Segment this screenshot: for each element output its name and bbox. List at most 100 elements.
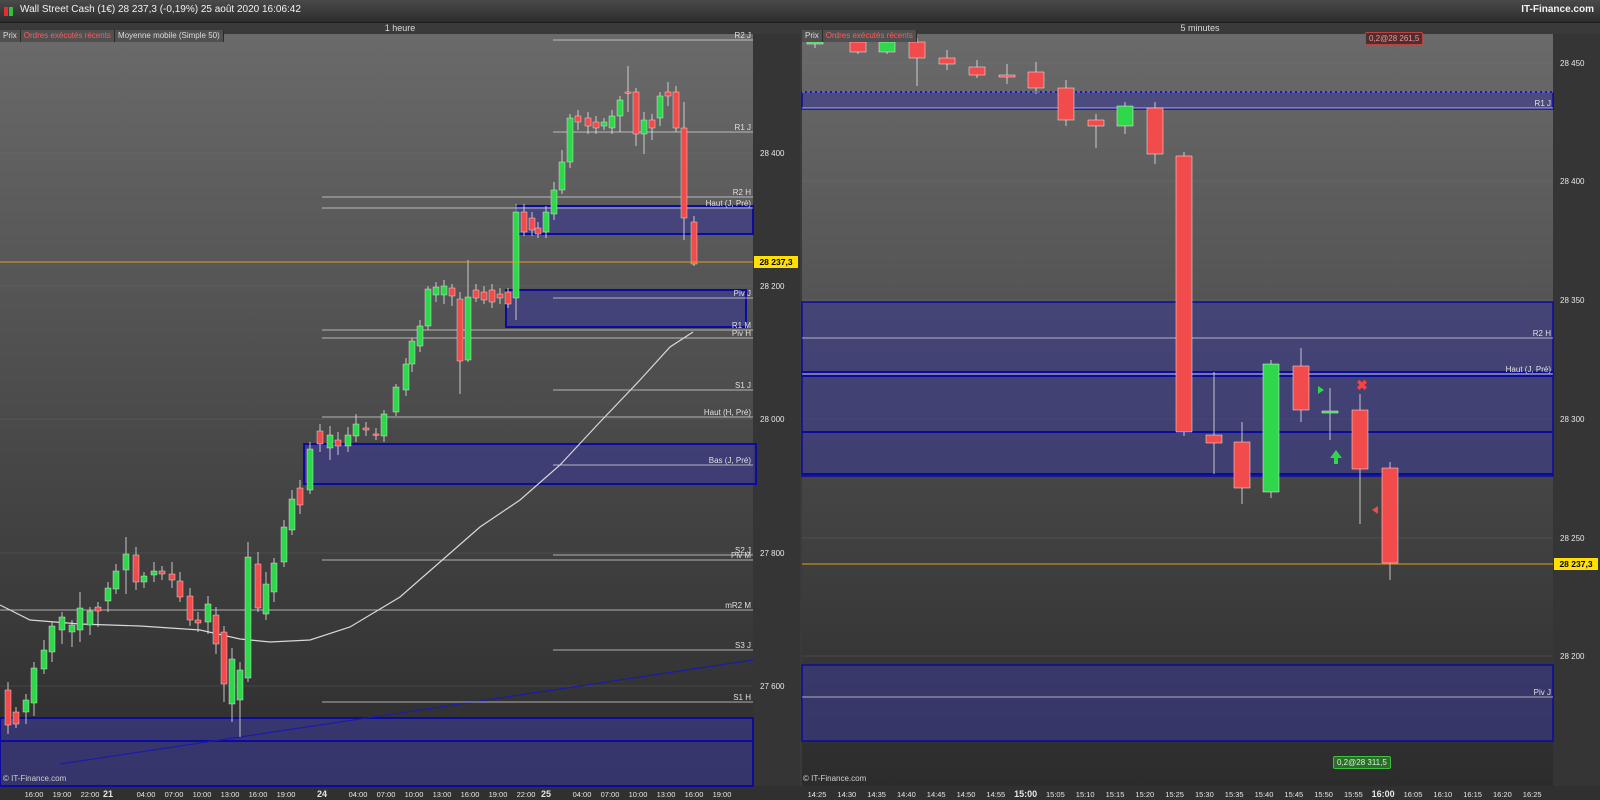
support-resistance-zone [303, 443, 757, 485]
support-resistance-zone [801, 91, 1554, 110]
candle-body [1205, 434, 1223, 444]
candle-body [344, 434, 352, 447]
x-tick-label: 21 [103, 789, 113, 799]
current-price-label: 28 237,3 [1559, 559, 1592, 569]
candle-body [480, 291, 488, 301]
candle-body [566, 117, 574, 163]
support-resistance-zone [801, 664, 1554, 742]
x-tick-label: 16:25 [1523, 790, 1542, 799]
candle-body [416, 325, 424, 347]
x-tick-label: 15:50 [1314, 790, 1333, 799]
top-order-badge[interactable]: 0,2@28 261,5 [1365, 32, 1424, 45]
pivot-level-label: R2 H [733, 188, 751, 197]
toolbar-recent-orders[interactable]: Ordres exécutés récents [20, 30, 115, 42]
candle-body [542, 211, 550, 233]
candle-body [998, 74, 1016, 78]
x-tick-label: 24 [317, 789, 327, 799]
candle-body [690, 221, 698, 265]
candle-body [878, 41, 896, 53]
x-tick-label: 14:35 [867, 790, 886, 799]
five-minute-chart-panel[interactable]: R1 J R2 H Haut (J, Pré) Piv J ✖ 28 450 28 40… [800, 22, 1600, 800]
pivot-level-label: S3 J [735, 641, 751, 650]
y-tick-label: 28 200 [760, 282, 785, 291]
candle-body [236, 669, 244, 701]
pivot-level-label: S1 J [735, 381, 751, 390]
y-tick-label: 28 200 [1560, 652, 1585, 661]
x-tick-label: 15:20 [1135, 790, 1154, 799]
x-tick-label: 19:00 [489, 790, 508, 799]
candle-body [112, 570, 120, 590]
x-tick-label: 19:00 [277, 790, 296, 799]
candle-body [1321, 410, 1339, 414]
plot-background [0, 34, 753, 786]
bottom-order-badge[interactable]: 0,2@28 311,5 [1333, 756, 1391, 769]
candle-body [608, 115, 616, 129]
candle-body [402, 363, 410, 391]
candle-body [326, 434, 334, 449]
candle-body [186, 595, 194, 621]
x-tick-label: 15:15 [1106, 790, 1125, 799]
pivot-level-label: R2 H [1533, 329, 1551, 338]
toolbar-recent-orders[interactable]: Ordres exécutés récents [822, 30, 917, 42]
candle-body [372, 433, 380, 436]
x-tick-label: 14:45 [927, 790, 946, 799]
x-tick-label: 14:40 [897, 790, 916, 799]
candle-body [262, 583, 270, 615]
candle-body [48, 625, 56, 653]
candle-body [584, 117, 592, 127]
support-resistance-zone [505, 289, 747, 328]
x-tick-label: 10:00 [405, 790, 424, 799]
candle-body [408, 340, 416, 365]
x-tick-label: 15:55 [1344, 790, 1363, 799]
chart-toolbar: Prix Ordres exécutés récents [802, 30, 917, 42]
candle-body [448, 287, 456, 297]
candle-body [212, 614, 220, 645]
candle-body [488, 289, 496, 303]
x-tick-label: 15:30 [1195, 790, 1214, 799]
x-tick-label: 14:55 [986, 790, 1005, 799]
candle-body [1146, 107, 1164, 155]
x-tick-label: 22:00 [81, 790, 100, 799]
toolbar-price[interactable]: Prix [0, 30, 21, 42]
candle-body [194, 619, 202, 624]
five-minute-chart-canvas[interactable]: R1 J R2 H Haut (J, Pré) Piv J ✖ 28 450 28 40… [800, 22, 1600, 800]
y-tick-label: 28 400 [1560, 177, 1585, 186]
candle-body [220, 631, 228, 685]
toolbar-price[interactable]: Prix [802, 30, 823, 42]
candle-body [392, 386, 400, 413]
candle-body [1233, 441, 1251, 489]
candle-body [672, 91, 680, 129]
pivot-level-label: Haut (J, Pré) [1506, 365, 1552, 374]
candle-body [512, 211, 520, 299]
candle-body [1292, 365, 1310, 411]
candle-body [1175, 155, 1193, 433]
y-tick-label: 28 450 [1560, 59, 1585, 68]
hourly-chart-panel[interactable]: R2 J R1 J R2 H Haut (J, Pré) Piv J R1 M Piv HS… [0, 22, 800, 800]
pivot-level-label: Bas (J, Pré) [709, 456, 752, 465]
candle-body [574, 115, 582, 123]
pivot-level-label: Piv J [1534, 688, 1551, 697]
hourly-chart-canvas[interactable]: R2 JR1 JR2 HHaut (J, Pré)Piv JR1 MPiv HS… [0, 22, 800, 800]
pivot-level-label: R1 J [1535, 99, 1551, 108]
window-title: Wall Street Cash (1€) 28 237,3 (-0,19%) … [20, 4, 301, 15]
close-order-icon: ✖ [1356, 377, 1368, 393]
x-tick-label: 04:00 [137, 790, 156, 799]
x-tick-label: 07:00 [165, 790, 184, 799]
x-tick-label: 10:00 [629, 790, 648, 799]
x-tick-label: 07:00 [601, 790, 620, 799]
pivot-level-label: Piv H [732, 329, 751, 338]
candle-body [632, 91, 640, 135]
candle-body [316, 430, 324, 445]
x-tick-label: 19:00 [713, 790, 732, 799]
candle-body [132, 554, 140, 583]
toolbar-moving-average[interactable]: Moyenne mobile (Simple 50) [114, 30, 224, 42]
x-tick-label: 13:00 [433, 790, 452, 799]
x-tick-label: 07:00 [377, 790, 396, 799]
x-tick-label: 13:00 [221, 790, 240, 799]
pivot-level-label: Piv M [731, 551, 751, 560]
window-titlebar: Wall Street Cash (1€) 28 237,3 (-0,19%) … [0, 0, 1600, 23]
app-icon [4, 6, 14, 16]
candle-body [806, 41, 824, 45]
candle-body [680, 127, 688, 219]
candle-body [1351, 409, 1369, 470]
